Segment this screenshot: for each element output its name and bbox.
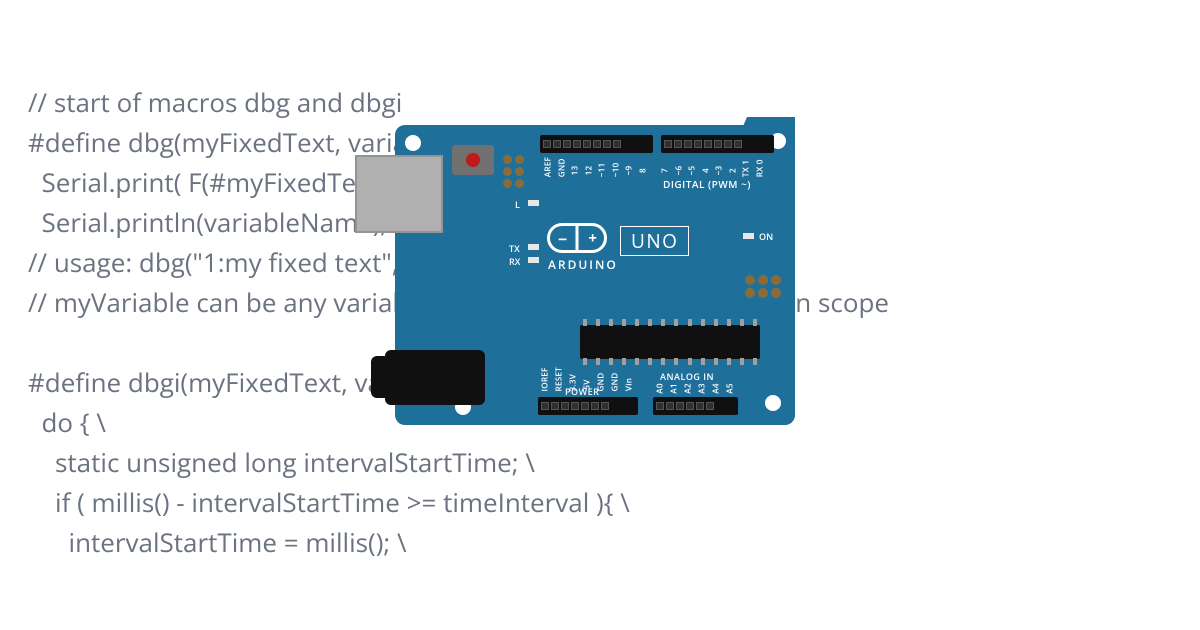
usb-port	[355, 155, 443, 233]
led-ON	[743, 233, 754, 239]
icsp-header	[745, 275, 781, 298]
digital-header-left[interactable]	[540, 135, 653, 153]
power-pin-labels: IOREF RESET 3.3V 5V GND GND Vin	[538, 379, 636, 390]
barrel-jack	[385, 350, 485, 405]
digital-pin-labels: AREF GND 13 12 ~11 ~10 ~9 8 7 ~6 ~5 4 ~3…	[541, 165, 766, 176]
digital-label: DIGITAL (PWM ~)	[663, 177, 751, 191]
led-RX	[528, 257, 539, 263]
led-L	[528, 200, 539, 206]
led-TX	[528, 244, 539, 250]
reset-button[interactable]	[452, 145, 494, 175]
mount-hole	[405, 135, 421, 151]
led-ON-label: ON	[759, 230, 773, 243]
atmega-chip	[580, 325, 760, 359]
mcu-pins-bot	[583, 358, 757, 365]
icsp-header-small	[503, 155, 524, 188]
mount-hole	[765, 395, 781, 411]
uno-text: UNO	[620, 226, 689, 256]
power-header[interactable]	[538, 397, 638, 415]
mcu-pins-top	[583, 319, 757, 326]
arduino-logo-icon	[547, 223, 607, 253]
analog-pin-labels: A0 A1 A2 A3 A4 A5	[653, 383, 737, 394]
analog-header[interactable]	[653, 397, 738, 415]
led-L-label: L	[515, 198, 520, 211]
arduino-uno-board[interactable]: AREF GND 13 12 ~11 ~10 ~9 8 7 ~6 ~5 4 ~3…	[355, 125, 795, 440]
digital-header-right[interactable]	[661, 135, 774, 153]
arduino-text: ARDUINO	[548, 256, 618, 273]
led-RX-label: RX	[509, 255, 520, 268]
led-TX-label: TX	[509, 242, 520, 255]
